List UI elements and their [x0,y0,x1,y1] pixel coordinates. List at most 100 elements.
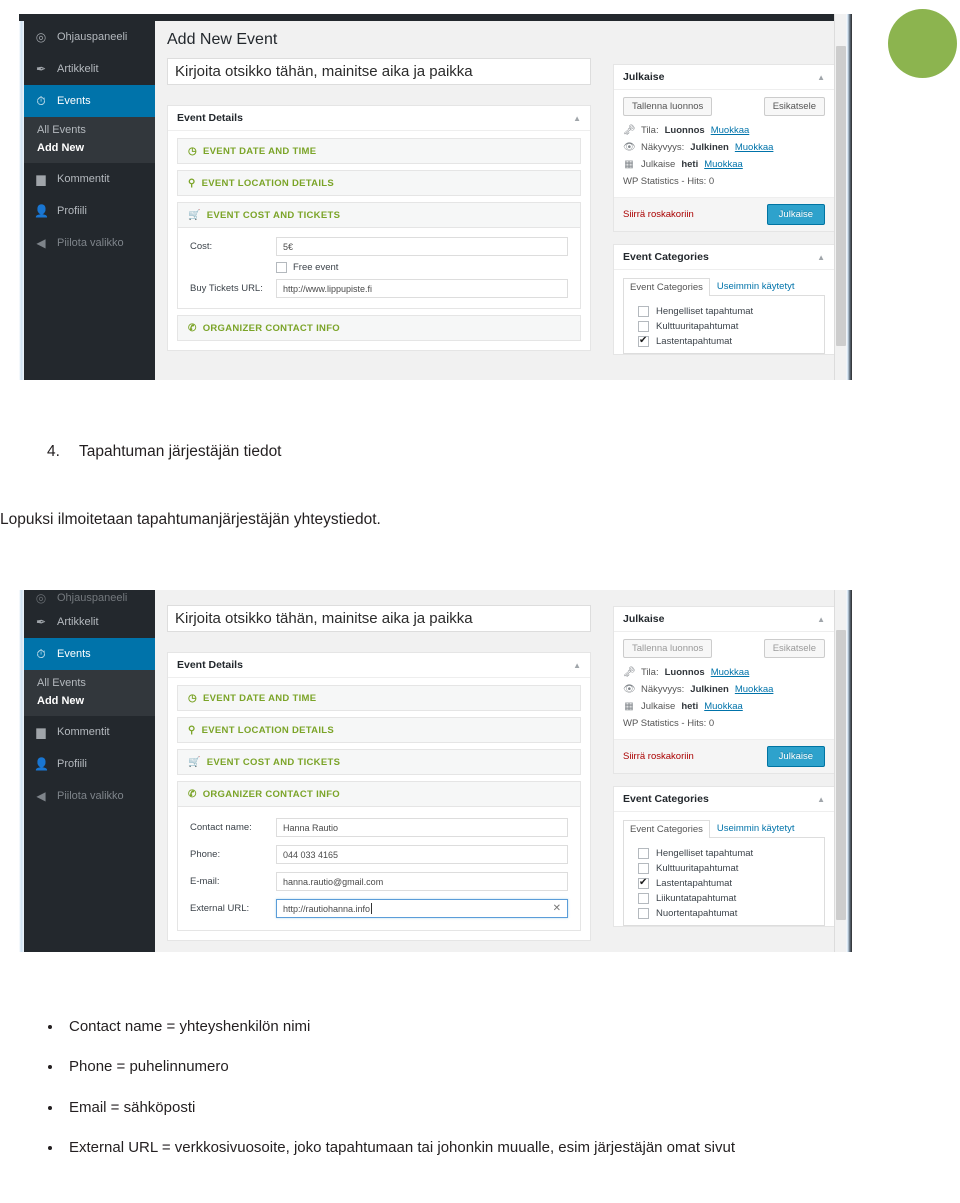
category-checkbox[interactable] [638,321,649,332]
tab-most-used[interactable]: Useimmin käytetyt [710,819,802,837]
sidebar-item-kommentit[interactable]: ▆ Kommentit [24,716,155,748]
move-to-trash-link[interactable]: Siirrä roskakoriin [623,209,694,220]
sidebar-subitem-all-events[interactable]: All Events [24,674,155,692]
accordion-event-cost-and-tickets[interactable]: 🛒 EVENT COST AND TICKETS [177,749,581,775]
browser-scrollbar-1[interactable] [834,14,846,380]
sidebar-item-label: Piilota valikko [57,790,124,802]
category-row[interactable]: Hengelliset tapahtumat [638,304,815,319]
contact-name-value: Hanna Rautio [283,822,339,833]
event-categories-header[interactable]: Event Categories ▲ [614,245,834,270]
cost-input[interactable]: 5€ [276,237,568,256]
category-row[interactable]: Lastentapahtumat [638,876,815,891]
chevron-up-icon[interactable]: ▲ [573,114,581,123]
sidebar-subitem-all-events[interactable]: All Events [24,121,155,139]
category-row[interactable]: Lastentapahtumat [638,334,815,349]
publish-header[interactable]: Julkaise ▲ [614,607,834,632]
sidebar-item-ohjauspaneeli[interactable]: ◎ Ohjauspaneeli [24,590,155,606]
sidebar-item-ohjauspaneeli[interactable]: ◎ Ohjauspaneeli [24,21,155,53]
category-row[interactable]: Kulttuuritapahtumat [638,861,815,876]
accordion-organizer-contact-info[interactable]: ✆ ORGANIZER CONTACT INFO [177,315,581,341]
preview-button[interactable]: Esikatsele [763,97,825,116]
scrollbar-thumb[interactable] [836,630,846,920]
chevron-up-icon[interactable]: ▲ [817,253,825,262]
tab-all-categories[interactable]: Event Categories [623,278,710,296]
sidebar-item-piilota-valikko[interactable]: ◀ Piilota valikko [24,780,155,812]
category-checkbox[interactable] [638,306,649,317]
category-row[interactable]: Liikuntatapahtumat [638,891,815,906]
event-cost-panel: Cost: 5€ Free event Buy Tickets URL: htt… [177,228,581,309]
sidebar-item-artikkelit[interactable]: ✒ Artikkelit [24,606,155,638]
sidebar-item-events[interactable]: ⏱ Events [24,85,163,117]
edit-visibility-link[interactable]: Muokkaa [735,684,774,695]
category-label: Liikuntatapahtumat [656,893,737,904]
event-title-input[interactable]: Kirjoita otsikko tähän, mainitse aika ja… [167,58,591,85]
edit-schedule-link[interactable]: Muokkaa [704,159,743,170]
category-row[interactable]: Hengelliset tapahtumat [638,846,815,861]
category-row[interactable]: Nuortentapahtumat [638,906,815,921]
editor-side-column-1: Julkaise ▲ Tallenna luonnos Esikatsele 🗝… [613,64,835,355]
event-details-header[interactable]: Event Details ▲ [168,653,590,678]
category-row[interactable]: Kulttuuritapahtumat [638,319,815,334]
chevron-up-icon[interactable]: ▲ [573,661,581,670]
accordion-event-cost-and-tickets[interactable]: 🛒 EVENT COST AND TICKETS [177,202,581,228]
tab-all-categories[interactable]: Event Categories [623,820,710,838]
category-checkbox[interactable] [638,863,649,874]
accordion-event-date-and-time[interactable]: ◷ EVENT DATE AND TIME [177,685,581,711]
scrollbar-thumb[interactable] [836,46,846,346]
edit-schedule-link[interactable]: Muokkaa [704,701,743,712]
move-to-trash-link[interactable]: Siirrä roskakoriin [623,751,694,762]
sidebar-item-label: Artikkelit [57,616,99,628]
publish-footer: Siirrä roskakoriin Julkaise [614,197,834,231]
event-title-input[interactable]: Kirjoita otsikko tähän, mainitse aika ja… [167,605,591,632]
email-input[interactable]: hanna.rautio@gmail.com [276,872,568,891]
tab-most-used[interactable]: Useimmin käytetyt [710,277,802,295]
sidebar-item-kommentit[interactable]: ▆ Kommentit [24,163,155,195]
free-event-checkbox[interactable] [276,262,287,273]
sidebar-submenu-events: All Events Add New [24,670,155,716]
external-url-input[interactable]: http://rautiohanna.info ✕ [276,899,568,918]
contact-name-input[interactable]: Hanna Rautio [276,818,568,837]
sidebar-item-artikkelit[interactable]: ✒ Artikkelit [24,53,155,85]
key-icon: 🗝 [623,667,636,678]
accordion-event-date-and-time[interactable]: ◷ EVENT DATE AND TIME [177,138,581,164]
preview-button[interactable]: Esikatsele [763,639,825,658]
chevron-up-icon[interactable]: ▲ [817,73,825,82]
edit-visibility-link[interactable]: Muokkaa [735,142,774,153]
category-checkbox[interactable] [638,334,649,347]
calendar-icon: ▦ [624,701,634,712]
accordion-event-location-details[interactable]: ⚲ EVENT LOCATION DETAILS [177,170,581,196]
publish-header[interactable]: Julkaise ▲ [614,65,834,90]
category-checkbox[interactable] [638,893,649,904]
save-draft-button[interactable]: Tallenna luonnos [623,639,713,658]
close-x-icon[interactable]: ✕ [553,903,561,914]
free-event-row[interactable]: Free event [276,262,568,273]
sidebar-item-piilota-valikko[interactable]: ◀ Piilota valikko [24,227,155,259]
chevron-up-icon[interactable]: ▲ [817,795,825,804]
publish-button[interactable]: Julkaise [766,204,825,225]
wp-statistics-row: WP Statistics - Hits: 0 [623,173,825,190]
browser-scrollbar-2[interactable] [834,590,846,952]
sidebar-subitem-add-new[interactable]: Add New [24,692,155,710]
sidebar-item-profiili[interactable]: 👤 Profiili [24,748,155,780]
sidebar-subitem-add-new[interactable]: Add New [24,139,155,157]
publish-button[interactable]: Julkaise [766,746,825,767]
edit-status-link[interactable]: Muokkaa [711,125,750,136]
event-categories-header[interactable]: Event Categories ▲ [614,787,834,812]
accordion-label: ORGANIZER CONTACT INFO [202,788,340,800]
event-details-header[interactable]: Event Details ▲ [168,106,590,131]
category-list: Hengelliset tapahtumat Kulttuuritapahtum… [623,296,825,354]
save-draft-button[interactable]: Tallenna luonnos [623,97,713,116]
category-label: Lastentapahtumat [656,878,733,889]
phone-input[interactable]: 044 033 4165 [276,845,568,864]
accordion-organizer-contact-info[interactable]: ✆ ORGANIZER CONTACT INFO [177,781,581,807]
category-checkbox[interactable] [638,876,649,889]
category-checkbox[interactable] [638,848,649,859]
accordion-event-location-details[interactable]: ⚲ EVENT LOCATION DETAILS [177,717,581,743]
sidebar-item-events[interactable]: ⏱ Events [24,638,163,670]
sidebar-item-profiili[interactable]: 👤 Profiili [24,195,155,227]
category-checkbox[interactable] [638,908,649,919]
sidebar-item-label: Ohjauspaneeli [57,31,128,43]
tickets-url-input[interactable]: http://www.lippupiste.fi [276,279,568,298]
edit-status-link[interactable]: Muokkaa [711,667,750,678]
chevron-up-icon[interactable]: ▲ [817,615,825,624]
